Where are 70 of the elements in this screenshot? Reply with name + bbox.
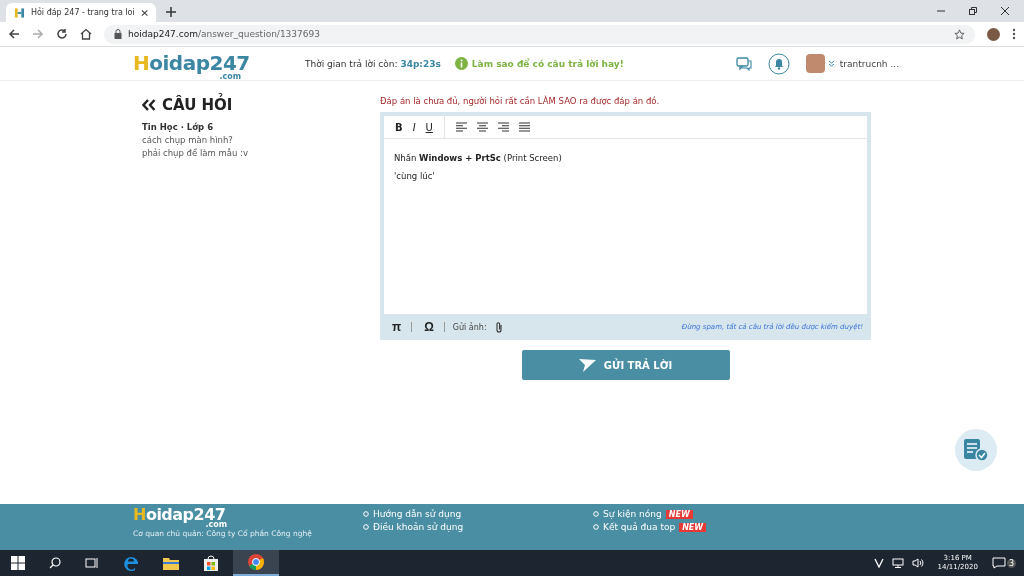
align-icon[interactable] xyxy=(455,122,467,132)
speaker-icon[interactable] xyxy=(911,558,924,568)
notification-center-button[interactable]: 3 xyxy=(991,557,1016,569)
answer-timer: Thời gian trả lời còn: 34p:23s xyxy=(305,58,441,69)
format-button[interactable]: U xyxy=(420,121,438,133)
close-icon[interactable] xyxy=(140,8,148,17)
address-bar[interactable]: hoidap247.com/answer_question/1337693 xyxy=(104,24,975,44)
folder-icon[interactable] xyxy=(163,556,179,570)
symbol-button[interactable]: Ω xyxy=(420,322,445,332)
format-button[interactable]: B xyxy=(390,121,408,133)
search-icon[interactable] xyxy=(49,557,61,569)
question-text: cách chụp màn hình? xyxy=(142,134,234,147)
bullet-icon xyxy=(363,524,369,530)
symbol-button[interactable]: π xyxy=(388,322,413,332)
chrome-browser-icon xyxy=(248,554,264,570)
question-subject: Tin Học · Lớp 6 xyxy=(142,121,215,134)
browser-tab[interactable]: Hỏi đáp 247 - trang tra loi xyxy=(6,3,156,22)
url-text: hoidap247.com/answer_question/1337693 xyxy=(128,29,320,39)
answer-text: Nhấn Windows + PrtSc (Print Screen) xyxy=(394,152,563,165)
image-upload-label: Gửi ảnh: xyxy=(452,322,487,332)
format-button[interactable]: I xyxy=(407,121,421,133)
close-icon[interactable] xyxy=(1000,6,1010,16)
answer-warning: Đáp án là chưa đủ, người hỏi rất cần LÀM SAO ra được đáp án đó. xyxy=(380,96,660,106)
answer-text: 'cùng lúc' xyxy=(394,170,436,183)
info-icon xyxy=(454,57,468,70)
bullet-icon xyxy=(593,524,599,530)
more-icon[interactable] xyxy=(1012,28,1016,40)
chat-icon[interactable] xyxy=(735,56,752,71)
user-menu[interactable]: trantrucnh ... xyxy=(839,58,899,69)
chevron-down-icon[interactable] xyxy=(827,60,835,67)
align-icon[interactable] xyxy=(476,122,488,132)
footer-link[interactable]: Sự kiện nóng xyxy=(603,509,662,519)
task-view-icon[interactable] xyxy=(85,557,99,569)
star-icon[interactable] xyxy=(954,28,965,40)
taskbar-app-button[interactable] xyxy=(233,550,279,576)
restore-icon[interactable] xyxy=(968,6,978,16)
send-icon xyxy=(578,358,596,372)
notification-count: 3 xyxy=(1006,558,1016,568)
user-avatar[interactable] xyxy=(805,54,825,73)
windows-start-icon[interactable] xyxy=(11,556,25,570)
paperclip-icon[interactable] xyxy=(494,321,503,333)
new-badge: NEW xyxy=(665,509,693,519)
profile-avatar[interactable] xyxy=(987,27,1000,41)
back-chevrons-icon[interactable] xyxy=(142,99,156,111)
store-bag-icon[interactable] xyxy=(203,555,219,571)
checklist-icon xyxy=(963,438,989,462)
reload-icon[interactable] xyxy=(56,28,68,40)
footer-link[interactable]: Kết quả đua top xyxy=(603,522,676,532)
new-tab-icon[interactable] xyxy=(166,7,176,17)
floating-help-button[interactable] xyxy=(955,429,997,471)
answer-input[interactable]: Nhấn Windows + PrtSc (Print Screen) 'cùng lúc' xyxy=(384,139,867,314)
align-icon[interactable] xyxy=(497,122,509,132)
site-favicon-icon xyxy=(14,6,25,19)
message-icon xyxy=(991,557,1006,569)
edge-browser-icon[interactable] xyxy=(123,555,139,571)
back-icon[interactable] xyxy=(8,28,20,40)
network-icon[interactable] xyxy=(891,558,904,568)
question-text: phải chụp để làm mẫu :v xyxy=(142,147,249,160)
bullet-icon xyxy=(593,511,599,517)
submit-answer-button[interactable]: GỬI TRẢ LỜI xyxy=(521,350,730,380)
footer-link[interactable]: Hướng dẫn sử dụng xyxy=(373,509,462,519)
footer-link[interactable]: Điều khoản sử dụng xyxy=(373,522,464,532)
bell-icon[interactable] xyxy=(767,52,790,75)
tray-v-icon[interactable] xyxy=(873,558,884,568)
align-icon[interactable] xyxy=(518,122,530,132)
bullet-icon xyxy=(363,511,369,517)
home-icon[interactable] xyxy=(80,28,92,40)
new-badge: NEW xyxy=(679,522,707,532)
lock-icon xyxy=(114,29,122,39)
tab-title: Hỏi đáp 247 - trang tra loi xyxy=(30,8,135,17)
